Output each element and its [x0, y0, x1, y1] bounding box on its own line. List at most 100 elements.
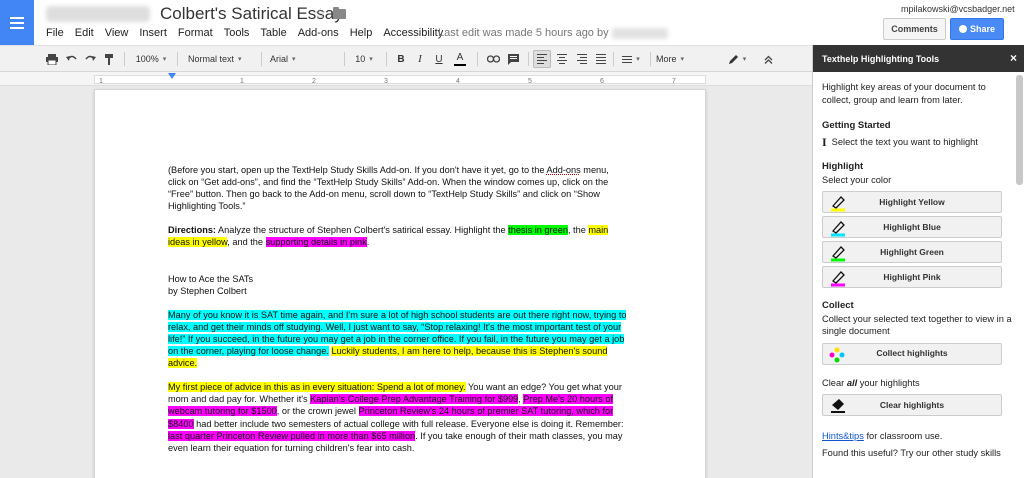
sidebar-content: Highlight key areas of your document to … — [822, 81, 1014, 459]
menu-help[interactable]: Help — [350, 27, 373, 41]
getting-started-text: Select the text you want to highlight — [831, 136, 978, 147]
ruler-number: 3 — [384, 78, 388, 85]
link-icon[interactable] — [484, 50, 502, 68]
print-icon[interactable] — [44, 50, 60, 68]
hints-text: for classroom use. — [863, 431, 943, 441]
comment-icon[interactable] — [504, 50, 522, 68]
ruler-number: 5 — [528, 78, 532, 85]
sidebar-scrollbar[interactable] — [1016, 75, 1023, 185]
menu-insert[interactable]: Insert — [139, 27, 167, 41]
clear-highlights-button[interactable]: Clear highlights — [822, 394, 1002, 416]
intro-paragraph: (Before you start, open up the TextHelp … — [168, 164, 628, 212]
underline-button[interactable]: U — [431, 50, 447, 68]
menu-accessibility[interactable]: Accessibility — [383, 27, 443, 41]
toolbar-separator — [613, 52, 614, 66]
text-color-button[interactable]: A — [450, 50, 470, 68]
person-icon — [958, 25, 967, 33]
font-size-select[interactable]: 10 — [349, 50, 379, 68]
star-icon[interactable]: ☆ — [314, 5, 327, 22]
document-body[interactable]: (Before you start, open up the TextHelp … — [168, 164, 628, 454]
menu-table[interactable]: Table — [260, 27, 286, 41]
ruler-number: 1 — [240, 78, 244, 85]
collect-highlights-button[interactable]: Collect highlights — [822, 342, 1002, 365]
docs-home-icon[interactable] — [0, 0, 34, 45]
blurred-owner-name — [46, 6, 150, 22]
align-right-button[interactable] — [573, 50, 591, 68]
found-useful-text: Found this useful? Try our other study s… — [822, 447, 1001, 458]
menu-file[interactable]: File — [46, 27, 64, 41]
menu-tools[interactable]: Tools — [224, 27, 250, 41]
directions-text: . — [366, 237, 370, 248]
yellow-highlight: My first piece of advice in this as in e… — [168, 382, 466, 393]
texthelp-sidebar: Texthelp Highlighting Tools × Highlight … — [812, 45, 1024, 478]
text-color-label: A — [456, 51, 464, 63]
getting-started-row: I Select the text you want to highlight — [822, 135, 1014, 149]
menu-bar: File Edit View Insert Format Tools Table… — [46, 27, 454, 41]
align-center-button[interactable] — [553, 50, 571, 68]
close-icon[interactable]: × — [1010, 51, 1017, 65]
hints-line: Hints&tips for classroom use. — [822, 430, 1014, 443]
font-select[interactable]: Arial — [266, 50, 338, 68]
highlight-yellow-button[interactable]: Highlight Yellow — [822, 191, 1002, 213]
zoom-select[interactable]: 100% — [131, 50, 171, 68]
pink-highlight: last quarter Princeton Review pulled in … — [168, 430, 416, 441]
clear-text-part: your highlights — [857, 377, 920, 388]
pink-highlight: Kaplan's College Prep Advantage Training… — [310, 394, 519, 405]
paragraph-style-select[interactable]: Normal text — [184, 50, 254, 68]
align-justify-button[interactable] — [592, 50, 610, 68]
paint-format-icon[interactable] — [101, 50, 117, 68]
essay-paragraph-1: Many of you know it is SAT time again, a… — [168, 309, 628, 369]
toolbar-separator — [477, 52, 478, 66]
toolbar-separator — [386, 52, 387, 66]
highlight-pink-button[interactable]: Highlight Pink — [822, 266, 1002, 288]
highlight-green-button[interactable]: Highlight Green — [822, 241, 1002, 263]
clear-text-part: Clear — [822, 377, 847, 388]
pen-edit-mode-icon[interactable] — [725, 50, 749, 68]
share-button[interactable]: Share — [950, 18, 1004, 40]
document-page[interactable]: (Before you start, open up the TextHelp … — [94, 89, 706, 478]
menu-edit[interactable]: Edit — [75, 27, 94, 41]
green-highlight: thesis in green — [508, 225, 568, 236]
directions-label: Directions: — [168, 225, 216, 236]
bold-button[interactable]: B — [393, 50, 409, 68]
align-left-button[interactable] — [533, 50, 551, 68]
toolbar-separator — [177, 52, 178, 66]
app-header: Colbert's Satirical Essay ☆ File Edit Vi… — [0, 0, 1024, 45]
collect-highlights-label: Collect highlights — [876, 348, 948, 359]
pink-highlight: supporting details in pink — [265, 237, 367, 248]
align-left-icon — [537, 54, 547, 64]
toolbar-separator — [528, 52, 529, 66]
essay-paragraph-2: My first piece of advice in this as in e… — [168, 381, 628, 454]
highlight-blue-button[interactable]: Highlight Blue — [822, 216, 1002, 238]
italic-button[interactable]: I — [412, 50, 428, 68]
sidebar-title: Texthelp Highlighting Tools — [822, 53, 940, 64]
menu-view[interactable]: View — [105, 27, 129, 41]
highlight-blue-label: Highlight Blue — [883, 221, 941, 232]
user-email[interactable]: mpilakowski@vcsbadger.net — [901, 4, 1015, 14]
collapse-toolbar-icon[interactable] — [760, 50, 776, 68]
folder-icon[interactable] — [333, 7, 346, 19]
menu-format[interactable]: Format — [178, 27, 213, 41]
clear-highlights-label: Clear highlights — [879, 399, 945, 410]
undo-icon[interactable] — [64, 50, 80, 68]
more-menu[interactable]: More — [653, 50, 687, 68]
highlight-yellow-label: Highlight Yellow — [879, 196, 945, 207]
last-edit-link[interactable]: Last edit was made 5 hours ago by — [438, 27, 609, 39]
highlight-heading: Highlight — [822, 161, 864, 172]
clear-text: Clear all your highlights — [822, 377, 1014, 390]
formatting-toolbar: 100% Normal text Arial 10 B I U A More — [0, 45, 812, 72]
line-spacing-icon[interactable] — [618, 50, 644, 68]
indent-marker[interactable] — [168, 73, 176, 79]
menu-addons[interactable]: Add-ons — [298, 27, 339, 41]
redo-icon[interactable] — [82, 50, 98, 68]
text-color-swatch — [454, 63, 466, 66]
hints-tips-link[interactable]: Hints&tips — [822, 431, 864, 441]
sidebar-intro: Highlight key areas of your document to … — [822, 82, 986, 105]
align-center-icon — [557, 54, 567, 64]
line-spacing-lines — [622, 55, 633, 63]
comments-button[interactable]: Comments — [883, 18, 946, 40]
